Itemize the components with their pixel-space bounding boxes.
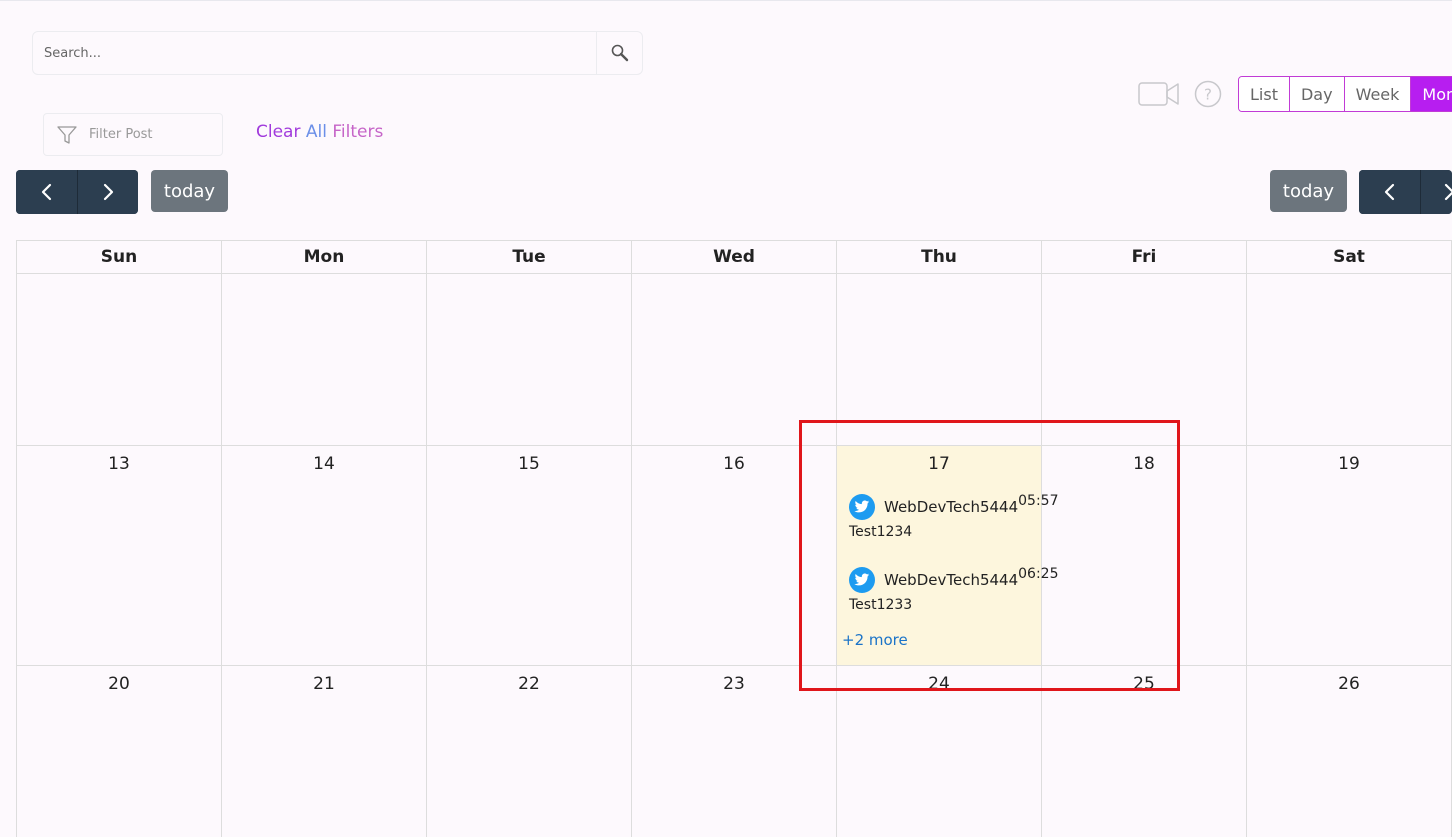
weekday-sat: Sat [1247, 241, 1452, 273]
top-border [0, 0, 1452, 1]
day-number: 26 [1338, 674, 1360, 694]
today-button[interactable]: today [151, 170, 228, 212]
day-cell[interactable] [1247, 274, 1452, 445]
weekday-wed: Wed [632, 241, 837, 273]
day-cell[interactable]: 25 [1042, 666, 1247, 837]
twitter-icon [849, 567, 875, 593]
help-icon[interactable]: ? [1194, 80, 1222, 108]
day-number: 18 [1133, 454, 1155, 474]
day-cell[interactable]: 20 [17, 666, 222, 837]
left-nav-group [16, 170, 138, 214]
chevron-right-icon [103, 183, 114, 201]
week-row [17, 274, 1452, 446]
view-day-button[interactable]: Day [1289, 77, 1345, 111]
search-button[interactable] [596, 32, 642, 74]
day-cell[interactable] [17, 274, 222, 445]
event-text: Test1233 [849, 597, 913, 613]
day-cell-today[interactable]: 17 WebDevTech5444 05:57 Test1234 WebDevT… [837, 446, 1059, 665]
day-cell[interactable]: 22 [427, 666, 632, 837]
view-switch: List Day Week Mon [1238, 76, 1452, 112]
day-cell[interactable]: 23 [632, 666, 837, 837]
weekday-sun: Sun [17, 241, 222, 273]
chevron-left-icon [41, 183, 51, 201]
clear-all-filters-link[interactable]: Clear All Filters [256, 122, 383, 142]
today-button-right[interactable]: today [1270, 170, 1347, 212]
week-row: 20 21 22 23 24 25 26 [17, 666, 1452, 837]
day-cell[interactable] [632, 274, 837, 445]
search-icon [611, 44, 628, 62]
weekday-mon: Mon [222, 241, 427, 273]
day-cell[interactable] [427, 274, 632, 445]
day-number: 23 [723, 674, 745, 694]
day-number: 17 [928, 454, 950, 474]
day-number: 21 [313, 674, 335, 694]
view-month-button[interactable]: Mon [1411, 77, 1452, 111]
more-events-link[interactable]: +2 more [842, 631, 908, 649]
chevron-right-icon [1444, 183, 1452, 201]
day-cell[interactable]: 26 [1247, 666, 1452, 837]
svg-text:?: ? [1204, 86, 1212, 104]
prev-button[interactable] [16, 170, 77, 214]
day-cell[interactable]: 21 [222, 666, 427, 837]
event-text: Test1234 [849, 524, 913, 540]
day-number: 14 [313, 454, 335, 474]
prev-button-right[interactable] [1359, 170, 1420, 214]
filter-post-dropdown[interactable]: Filter Post [43, 113, 223, 156]
view-list-button[interactable]: List [1239, 77, 1290, 111]
day-number: 15 [518, 454, 540, 474]
day-cell[interactable] [837, 274, 1042, 445]
day-cell[interactable]: 15 [427, 446, 632, 665]
day-number: 22 [518, 674, 540, 694]
week-row: 13 14 15 16 17 WebDevTech5444 05:57 Test… [17, 446, 1452, 666]
event-account: WebDevTech5444 [884, 571, 1019, 589]
calendar-event[interactable]: WebDevTech5444 06:25 Test1233 [849, 566, 1059, 613]
day-cell[interactable] [1042, 274, 1247, 445]
search-input[interactable] [33, 32, 596, 74]
filter-icon [57, 125, 77, 144]
day-cell[interactable]: 16 [632, 446, 837, 665]
day-cell[interactable]: 14 [222, 446, 427, 665]
filter-post-label: Filter Post [89, 127, 153, 142]
day-cell[interactable]: 18 [1042, 446, 1247, 665]
view-week-button[interactable]: Week [1344, 77, 1412, 111]
day-number: 13 [108, 454, 130, 474]
day-number: 16 [723, 454, 745, 474]
day-cell[interactable]: 24 [837, 666, 1042, 837]
month-calendar: Sun Mon Tue Wed Thu Fri Sat 13 14 15 16 … [16, 240, 1452, 837]
next-button[interactable] [77, 170, 138, 214]
twitter-icon [849, 494, 875, 520]
event-account: WebDevTech5444 [884, 498, 1019, 516]
weekday-header: Sun Mon Tue Wed Thu Fri Sat [17, 241, 1452, 274]
day-cell[interactable] [222, 274, 427, 445]
search-bar [32, 31, 643, 75]
chevron-left-icon [1384, 183, 1394, 201]
video-icon[interactable] [1138, 80, 1180, 108]
day-number: 24 [928, 674, 950, 694]
weekday-tue: Tue [427, 241, 632, 273]
day-number: 19 [1338, 454, 1360, 474]
right-nav-group [1359, 170, 1452, 214]
day-cell[interactable]: 19 [1247, 446, 1452, 665]
day-number: 25 [1133, 674, 1155, 694]
calendar-event[interactable]: WebDevTech5444 05:57 Test1234 [849, 493, 1059, 540]
day-cell[interactable]: 13 [17, 446, 222, 665]
weekday-thu: Thu [837, 241, 1042, 273]
weekday-fri: Fri [1042, 241, 1247, 273]
day-number: 20 [108, 674, 130, 694]
next-button-right[interactable] [1420, 170, 1452, 214]
